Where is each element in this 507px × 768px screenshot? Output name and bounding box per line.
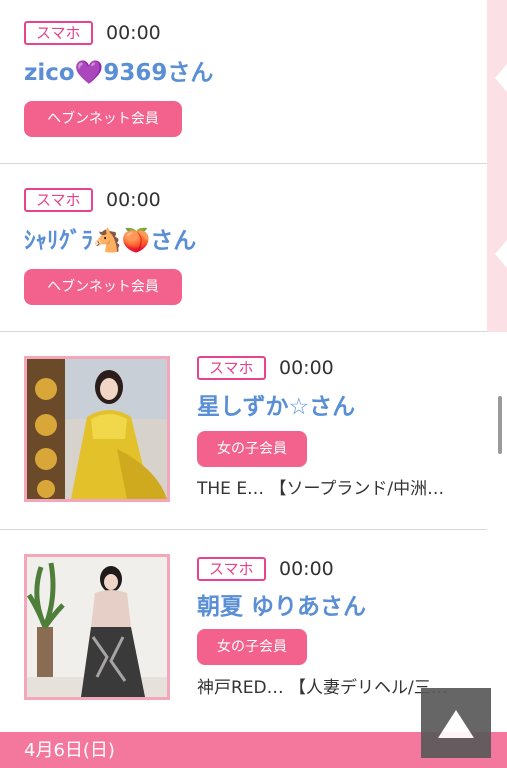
visitor-entry[interactable]: スマホ 00:00 星しずか☆さん 女の子会員 THE E… 【ソープランド/中… [0, 332, 487, 530]
visitor-name[interactable]: 星しずか☆さん [197, 392, 355, 422]
date-label: 4月6日(日) [24, 740, 115, 761]
member-type-badge: ヘブンネット会員 [24, 269, 182, 305]
visitor-name[interactable]: ｼｬﾘｸﾞﾗ🐴🍑さん [24, 226, 196, 256]
visitor-entry[interactable]: スマホ 00:00 朝夏 ゆりあさん 女の子会員 神戸RED… 【人妻デリヘル/… [0, 530, 487, 732]
shop-name[interactable]: 神戸RED… 【人妻デリヘル/三… [197, 676, 448, 700]
member-type-badge: ヘブンネット会員 [24, 101, 182, 137]
visit-time: 00:00 [279, 357, 334, 379]
visitor-name[interactable]: 朝夏 ゆりあさん [197, 592, 366, 622]
right-rail [487, 0, 507, 332]
rail-notch [495, 240, 507, 268]
visit-time: 00:00 [279, 558, 334, 580]
scroll-top-button[interactable] [421, 688, 491, 758]
scrollbar[interactable] [498, 396, 502, 454]
device-badge: スマホ [24, 188, 93, 212]
visitor-entry[interactable]: スマホ 00:00 ｼｬﾘｸﾞﾗ🐴🍑さん ヘブンネット会員 [0, 164, 487, 332]
profile-photo[interactable] [24, 554, 170, 700]
profile-photo[interactable] [24, 356, 170, 502]
device-badge: スマホ [24, 21, 93, 45]
device-badge: スマホ [197, 557, 266, 581]
visitor-entry[interactable]: スマホ 00:00 zico💜9369さん ヘブンネット会員 [0, 0, 487, 164]
shop-name[interactable]: THE E… 【ソープランド/中洲… [197, 477, 444, 501]
rail-notch [495, 64, 507, 92]
device-badge: スマホ [197, 356, 266, 380]
up-triangle-icon [438, 710, 474, 738]
visitor-name[interactable]: zico💜9369さん [24, 58, 213, 88]
visit-time: 00:00 [106, 189, 161, 211]
visit-time: 00:00 [106, 22, 161, 44]
member-type-badge: 女の子会員 [197, 629, 307, 665]
member-type-badge: 女の子会員 [197, 431, 307, 467]
